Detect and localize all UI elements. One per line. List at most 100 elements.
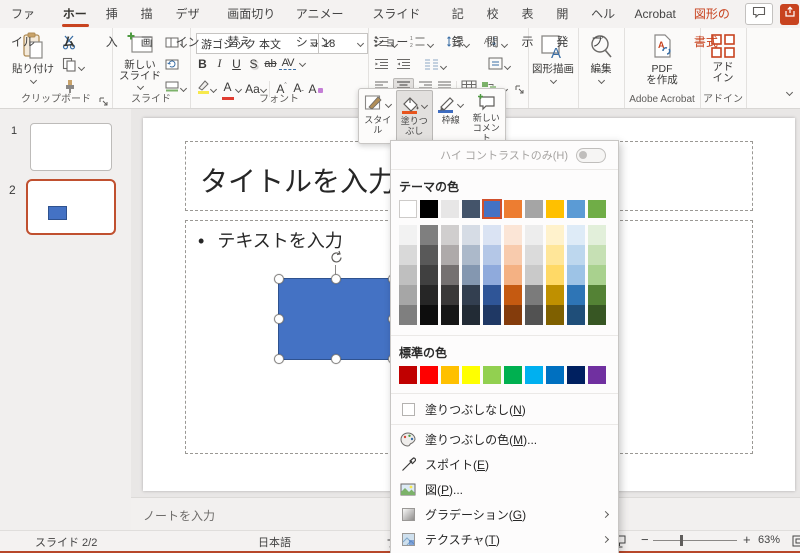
copy-button[interactable] xyxy=(62,57,86,77)
color-swatch[interactable] xyxy=(546,200,564,218)
create-pdf-button[interactable]: A PDF を作成 xyxy=(638,33,686,86)
resize-handle-s[interactable] xyxy=(331,354,341,364)
color-swatch[interactable] xyxy=(420,305,438,325)
color-swatch[interactable] xyxy=(441,285,459,305)
color-swatch[interactable] xyxy=(525,225,543,245)
increase-indent-button[interactable] xyxy=(396,57,411,75)
color-swatch[interactable] xyxy=(504,245,522,265)
fill-menu-item-4[interactable]: 図(P)... xyxy=(391,477,618,502)
menu-tab-挿入[interactable]: 挿入 xyxy=(97,0,132,49)
rotation-handle[interactable] xyxy=(329,250,344,270)
color-swatch[interactable] xyxy=(588,366,606,384)
strikethrough-button[interactable]: ab xyxy=(262,58,279,70)
menu-tab-アニメーション[interactable]: アニメーション xyxy=(287,0,364,49)
color-swatch[interactable] xyxy=(483,265,501,285)
color-swatch[interactable] xyxy=(567,245,585,265)
underline-button[interactable]: U xyxy=(228,57,245,71)
shape-style-button[interactable]: スタイ ル xyxy=(360,90,396,142)
color-swatch[interactable] xyxy=(504,285,522,305)
menu-tab-校閲[interactable]: 校閲 xyxy=(478,0,513,49)
decrease-indent-button[interactable] xyxy=(374,57,389,75)
color-swatch[interactable] xyxy=(588,225,606,245)
drawing-button[interactable]: A 図形描画 xyxy=(530,33,576,85)
color-swatch[interactable] xyxy=(399,200,417,218)
menu-tab-ヘルプ[interactable]: ヘルプ xyxy=(582,0,625,49)
color-swatch[interactable] xyxy=(483,245,501,265)
share-button[interactable] xyxy=(780,3,799,25)
color-swatch[interactable] xyxy=(399,285,417,305)
fill-menu-item-6[interactable]: テクスチャ(T) xyxy=(391,527,618,552)
blue-rectangle-shape[interactable] xyxy=(278,278,395,360)
menu-tab-デザイン[interactable]: デザイン xyxy=(166,0,218,49)
color-swatch[interactable] xyxy=(462,366,480,384)
color-swatch[interactable] xyxy=(567,200,585,218)
color-swatch[interactable] xyxy=(441,245,459,265)
color-swatch[interactable] xyxy=(399,366,417,384)
shape-fill-button[interactable]: 塗りつ ぶし xyxy=(395,90,433,142)
color-swatch[interactable] xyxy=(482,199,502,219)
italic-button[interactable]: I xyxy=(211,56,228,71)
menu-tab-Acrobat[interactable]: Acrobat xyxy=(625,0,684,28)
slide-1-thumbnail[interactable] xyxy=(30,123,112,171)
color-swatch[interactable] xyxy=(588,200,606,218)
fill-menu-item-3[interactable]: スポイト(E) xyxy=(391,452,618,477)
color-swatch[interactable] xyxy=(525,285,543,305)
fill-menu-item-5[interactable]: グラデーション(G) xyxy=(391,502,618,527)
fill-menu-item-2[interactable]: 塗りつぶしの色(M)... xyxy=(391,427,618,452)
color-swatch[interactable] xyxy=(504,305,522,325)
menu-tab-スライド ショー[interactable]: スライド ショー xyxy=(363,0,442,49)
color-swatch[interactable] xyxy=(399,225,417,245)
color-swatch[interactable] xyxy=(420,245,438,265)
color-swatch[interactable] xyxy=(525,305,543,325)
character-spacing-button[interactable]: AV xyxy=(279,57,296,70)
reset-slide-button[interactable] xyxy=(165,57,179,75)
color-swatch[interactable] xyxy=(567,225,585,245)
color-swatch[interactable] xyxy=(525,200,543,218)
color-swatch[interactable] xyxy=(504,366,522,384)
color-swatch[interactable] xyxy=(567,265,585,285)
numbering-button[interactable]: 12 xyxy=(410,35,435,53)
color-swatch[interactable] xyxy=(588,245,606,265)
slide-2-thumbnail[interactable] xyxy=(26,179,116,235)
menu-tab-画面切り替え[interactable]: 画面切り替え xyxy=(218,0,287,49)
menu-tab-記録[interactable]: 記録 xyxy=(443,0,478,49)
color-swatch[interactable] xyxy=(420,225,438,245)
color-swatch[interactable] xyxy=(546,245,564,265)
spacing-chevron[interactable] xyxy=(298,59,307,68)
fit-to-window-button[interactable] xyxy=(790,532,800,550)
color-swatch[interactable] xyxy=(462,265,480,285)
color-swatch[interactable] xyxy=(567,305,585,325)
color-swatch[interactable] xyxy=(441,265,459,285)
zoom-percentage[interactable]: 63% xyxy=(758,534,780,546)
color-swatch[interactable] xyxy=(483,366,501,384)
color-swatch[interactable] xyxy=(399,265,417,285)
fill-menu-item-1[interactable]: 塗りつぶしなし(N) xyxy=(391,397,618,422)
resize-handle-sw[interactable] xyxy=(274,354,284,364)
color-swatch[interactable] xyxy=(504,265,522,285)
color-swatch[interactable] xyxy=(399,305,417,325)
new-comment-button[interactable]: 新しい コメント xyxy=(469,90,505,143)
color-swatch[interactable] xyxy=(588,285,606,305)
color-swatch[interactable] xyxy=(399,245,417,265)
color-swatch[interactable] xyxy=(420,285,438,305)
clipboard-dialog-launcher[interactable] xyxy=(99,94,109,106)
menu-tab-ファイル[interactable]: ファイル xyxy=(2,0,54,49)
menu-tab-開発[interactable]: 開発 xyxy=(547,0,582,49)
zoom-in-button[interactable]: + xyxy=(743,532,751,547)
color-swatch[interactable] xyxy=(483,305,501,325)
color-swatch[interactable] xyxy=(441,225,459,245)
menu-tab-ホーム[interactable]: ホーム xyxy=(54,0,97,49)
resize-handle-w[interactable] xyxy=(274,314,284,324)
high-contrast-toggle[interactable] xyxy=(576,147,606,163)
color-swatch[interactable] xyxy=(441,305,459,325)
menu-tab-表示[interactable]: 表示 xyxy=(512,0,547,49)
color-swatch[interactable] xyxy=(567,366,585,384)
menu-tab-描画[interactable]: 描画 xyxy=(132,0,167,49)
color-swatch[interactable] xyxy=(546,285,564,305)
shape-outline-button[interactable]: 枠線 xyxy=(433,90,469,142)
zoom-out-button[interactable]: − xyxy=(641,532,649,547)
columns-button[interactable] xyxy=(424,57,448,75)
color-swatch[interactable] xyxy=(567,285,585,305)
color-swatch[interactable] xyxy=(483,285,501,305)
color-swatch[interactable] xyxy=(420,200,438,218)
